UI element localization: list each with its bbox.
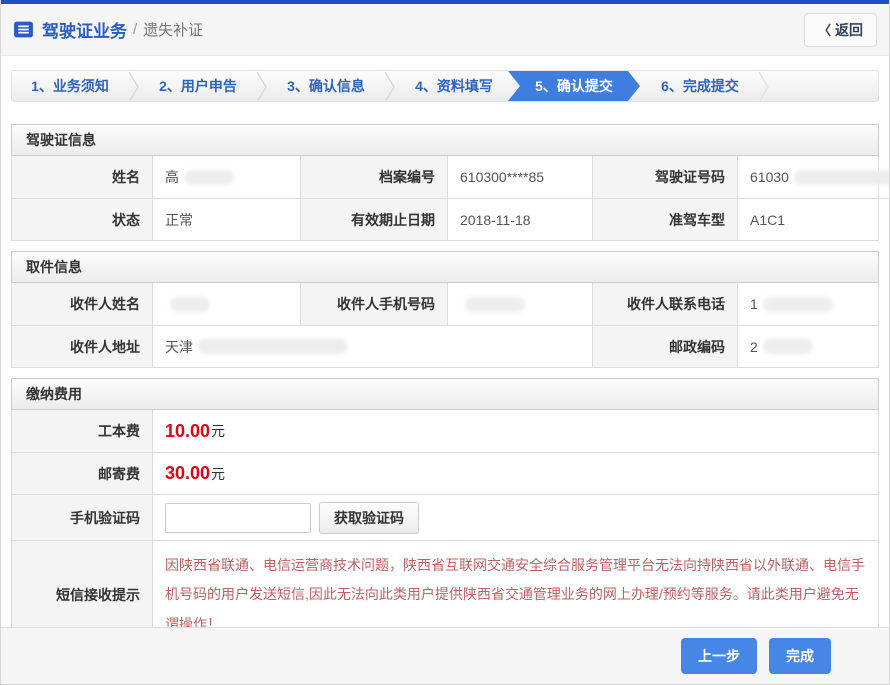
postal-code-value: 2: [737, 325, 878, 367]
mail-fee-value: 30.00元: [152, 452, 878, 494]
file-no-value: 610300****85: [447, 156, 592, 198]
license-section-title: 驾驶证信息: [11, 124, 879, 156]
expiry-value: 2018-11-18: [447, 198, 592, 240]
step-separator: [256, 71, 268, 102]
footer-bar: 上一步 完成: [1, 627, 889, 684]
step-separator: [384, 71, 396, 102]
step-6-complete-submit[interactable]: 6、完成提交: [642, 71, 758, 101]
breadcrumb: 遗失补证: [143, 19, 203, 40]
license-no-label: 驾驶证号码: [592, 156, 737, 198]
expiry-label: 有效期止日期: [300, 198, 447, 240]
step-bar-filler: [770, 71, 878, 101]
payment-section: 缴纳费用 工本费 10.00元 邮寄费 30.00元 手机验证码 获取验证码 短…: [11, 378, 879, 650]
previous-step-button[interactable]: 上一步: [681, 638, 757, 674]
recipient-mobile-value: [447, 283, 592, 325]
step-5-confirm-submit-active[interactable]: 5、确认提交: [508, 71, 640, 101]
work-fee-value: 10.00元: [152, 410, 878, 452]
redacted-blur: [184, 170, 234, 185]
list-icon: [13, 19, 34, 40]
recipient-name-value: [152, 283, 300, 325]
redacted-blur: [170, 297, 210, 312]
pickup-info-section: 取件信息 收件人姓名 收件人手机号码 收件人联系电话 1 收件人地址 天津 邮政…: [11, 251, 879, 368]
payment-table: 工本费 10.00元 邮寄费 30.00元 手机验证码 获取验证码 短信接收提示…: [11, 410, 879, 650]
step-separator: [758, 71, 770, 102]
file-no-label: 档案编号: [300, 156, 447, 198]
status-label: 状态: [12, 198, 152, 240]
work-fee-amount: 10.00: [165, 421, 210, 442]
breadcrumb-separator: /: [133, 21, 137, 38]
chevron-left-icon: 〈: [818, 20, 831, 39]
step-4-fill-materials[interactable]: 4、资料填写: [396, 71, 512, 101]
status-value: 正常: [152, 198, 300, 240]
recipient-phone-value: 1: [737, 283, 878, 325]
vehicle-type-label: 准驾车型: [592, 198, 737, 240]
mail-fee-label: 邮寄费: [12, 452, 152, 494]
redacted-blur: [763, 297, 833, 312]
back-button[interactable]: 〈 返回: [804, 13, 877, 47]
page-title: 驾驶证业务: [42, 17, 127, 42]
sms-code-label: 手机验证码: [12, 494, 152, 540]
vehicle-type-value: A1C1: [737, 198, 890, 240]
pickup-section-title: 取件信息: [11, 251, 879, 283]
redacted-blur: [198, 339, 348, 354]
name-value: 高: [152, 156, 300, 198]
sms-code-row: 获取验证码: [152, 494, 878, 540]
postal-code-label: 邮政编码: [592, 325, 737, 367]
page-header: 驾驶证业务 / 遗失补证 〈 返回: [1, 4, 889, 56]
recipient-phone-label: 收件人联系电话: [592, 283, 737, 325]
back-button-label: 返回: [835, 20, 863, 40]
license-info-table: 姓名 高 档案编号 610300****85 驾驶证号码 61030 状态 正常…: [11, 156, 879, 241]
recipient-name-label: 收件人姓名: [12, 283, 152, 325]
recipient-mobile-label: 收件人手机号码: [300, 283, 447, 325]
license-no-value: 61030: [737, 156, 890, 198]
get-sms-code-button[interactable]: 获取验证码: [319, 502, 419, 534]
step-3-confirm-info[interactable]: 3、确认信息: [268, 71, 384, 101]
step-1-business-notice[interactable]: 1、业务须知: [12, 71, 128, 101]
step-2-user-declaration[interactable]: 2、用户申告: [140, 71, 256, 101]
page: 驾驶证业务 / 遗失补证 〈 返回 1、业务须知 2、用户申告 3、确认信息 4…: [0, 0, 890, 685]
recipient-address-value: 天津: [152, 325, 592, 367]
redacted-blur: [763, 339, 813, 354]
redacted-blur: [465, 297, 525, 312]
redacted-blur: [794, 170, 890, 185]
finish-button[interactable]: 完成: [769, 638, 831, 674]
work-fee-label: 工本费: [12, 410, 152, 452]
name-label: 姓名: [12, 156, 152, 198]
license-info-section: 驾驶证信息 姓名 高 档案编号 610300****85 驾驶证号码 61030…: [11, 124, 879, 241]
payment-section-title: 缴纳费用: [11, 378, 879, 410]
recipient-address-label: 收件人地址: [12, 325, 152, 367]
step-separator: [128, 71, 140, 102]
fee-unit: 元: [211, 464, 225, 484]
mail-fee-amount: 30.00: [165, 463, 210, 484]
step-navigation: 1、业务须知 2、用户申告 3、确认信息 4、资料填写 5、确认提交 6、完成提…: [11, 70, 879, 102]
sms-code-input[interactable]: [165, 503, 311, 533]
fee-unit: 元: [211, 421, 225, 441]
pickup-info-table: 收件人姓名 收件人手机号码 收件人联系电话 1 收件人地址 天津 邮政编码 2: [11, 283, 879, 368]
